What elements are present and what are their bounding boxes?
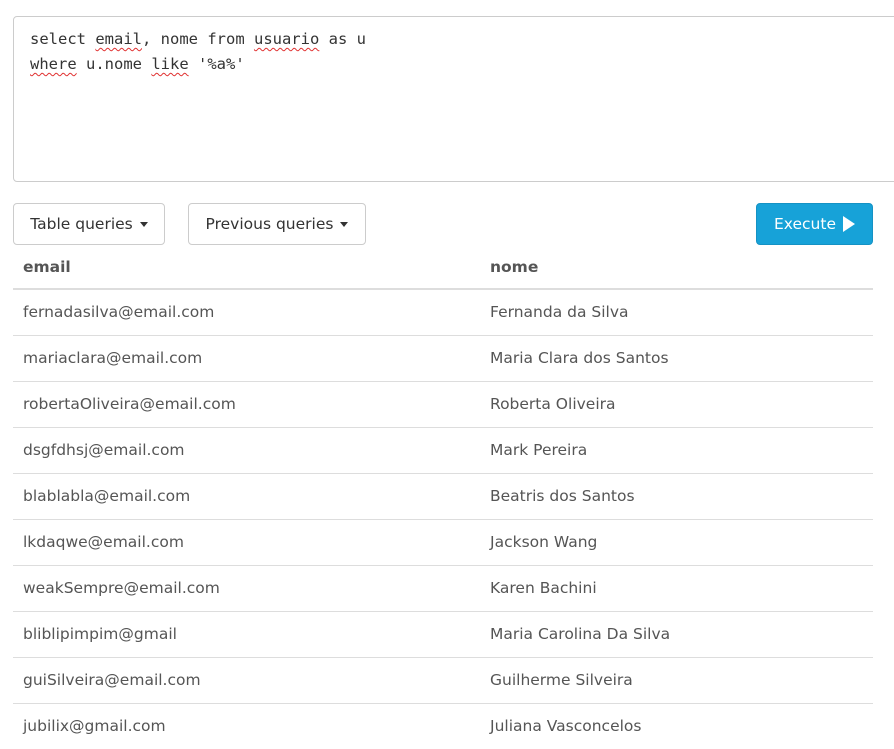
spellcheck-flagged-word: email [95, 30, 142, 48]
cell-email: jubilix@gmail.com [23, 717, 166, 736]
cell-nome: Roberta Oliveira [480, 381, 873, 428]
cell-nome: Maria Carolina Da Silva [480, 611, 873, 658]
cell-nome: Karen Bachini [480, 565, 873, 612]
cell-nome: Juliana Vasconcelos [490, 717, 642, 736]
editor-text: '%a%' [188, 55, 245, 73]
caret-down-icon [340, 221, 349, 227]
table-row: mariaclara@email.com Maria Clara dos Sant… [13, 335, 873, 382]
results-body: fernadasilva@email.com Fernanda da Silva m… [13, 289, 873, 749]
previous-queries-label: Previous queries [205, 215, 334, 233]
column-header-email: email [13, 245, 480, 290]
cell-nome: Beatris dos Santos [480, 473, 873, 520]
table-row: fernadasilva@email.com Fernanda da Silva [13, 289, 873, 336]
cell-email: blablabla@email.com [13, 473, 480, 520]
spellcheck-flagged-word: like [151, 55, 189, 73]
editor-text: as u [319, 30, 366, 48]
cell-email: lkdaqwe@email.com [13, 519, 480, 566]
editor-text: u.nome [76, 55, 152, 73]
spellcheck-flagged-word: where [30, 55, 77, 73]
editor-text: , nome from [142, 30, 254, 48]
cell-email: mariaclara@email.com [13, 335, 480, 382]
play-icon [843, 216, 855, 232]
table-header-row: email nome [13, 245, 873, 290]
cell-nome: Maria Clara dos Santos [480, 335, 873, 382]
cell-email: bliblipimpim@gmail [13, 611, 480, 658]
table-row: robertaOliveira@email.com Roberta Oliveir… [13, 381, 873, 428]
cell-email: fernadasilva@email.com [13, 289, 480, 336]
cell-nome: Fernanda da Silva [480, 289, 873, 336]
table-row: dsgfdhsj@email.com Mark Pereira [13, 427, 873, 474]
execute-button[interactable]: Execute [756, 203, 873, 245]
cell-email: guiSilveira@email.com [13, 657, 480, 704]
table-queries-label: Table queries [30, 215, 133, 233]
results-table: email nome fernadasilva@email.com Fernand… [13, 245, 873, 749]
table-row: jubilix@gmail.com Juliana Vasconcelos [13, 703, 873, 749]
editor-text: select [30, 30, 96, 48]
cell-nome: Guilherme Silveira [480, 657, 873, 704]
table-row: guiSilveira@email.com Guilherme Silveira [13, 657, 873, 704]
table-row: blablabla@email.com Beatris dos Santos [13, 473, 873, 520]
table-row: lkdaqwe@email.com Jackson Wang [13, 519, 873, 566]
cell-email: robertaOliveira@email.com [13, 381, 480, 428]
spellcheck-flagged-word: usuario [253, 30, 320, 48]
table-row: bliblipimpim@gmail Maria Carolina Da Silv… [13, 611, 873, 658]
cell-nome: Mark Pereira [480, 427, 873, 474]
caret-down-icon [139, 221, 148, 227]
sql-query-editor[interactable]: select email, nome from usuario as u wher… [13, 16, 894, 182]
cell-email: weakSempre@email.com [13, 565, 480, 612]
table-queries-dropdown-button[interactable]: Table queries [13, 203, 165, 245]
table-row: weakSempre@email.com Karen Bachini [13, 565, 873, 612]
editor-line-2: where u.nome like '%a%' [30, 52, 886, 77]
previous-queries-dropdown-button[interactable]: Previous queries [188, 203, 366, 245]
execute-label: Execute [774, 215, 836, 233]
cell-nome: Jackson Wang [480, 519, 873, 566]
column-header-nome: nome [480, 245, 873, 290]
cell-email: dsgfdhsj@email.com [13, 427, 480, 474]
editor-line-1: select email, nome from usuario as u [30, 27, 886, 52]
